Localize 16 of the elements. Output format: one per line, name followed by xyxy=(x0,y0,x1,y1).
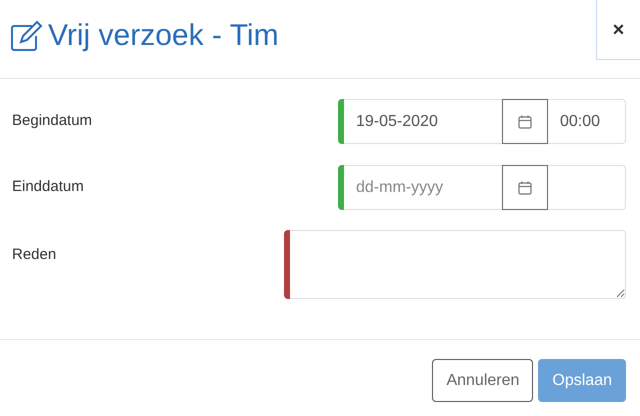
cancel-button[interactable]: Annuleren xyxy=(432,359,534,402)
close-button[interactable]: × xyxy=(596,0,640,60)
time-field[interactable]: 00:00 xyxy=(548,99,626,144)
date-field[interactable]: dd-mm-yyyy xyxy=(344,165,502,210)
edit-icon xyxy=(10,20,44,52)
calendar-button[interactable] xyxy=(502,99,548,144)
field-label: Reden xyxy=(11,245,58,265)
date-field[interactable]: 19-05-2020 xyxy=(344,99,502,144)
reason-field[interactable] xyxy=(290,230,626,299)
calendar-button[interactable] xyxy=(502,165,548,210)
field-label: Einddatum xyxy=(11,177,85,198)
dialog-title: Vrij verzoek - Tim xyxy=(48,21,279,51)
field-label: Begindatum xyxy=(11,111,94,132)
calendar-icon xyxy=(517,114,533,130)
time-field[interactable] xyxy=(548,165,626,210)
calendar-icon xyxy=(517,180,533,196)
